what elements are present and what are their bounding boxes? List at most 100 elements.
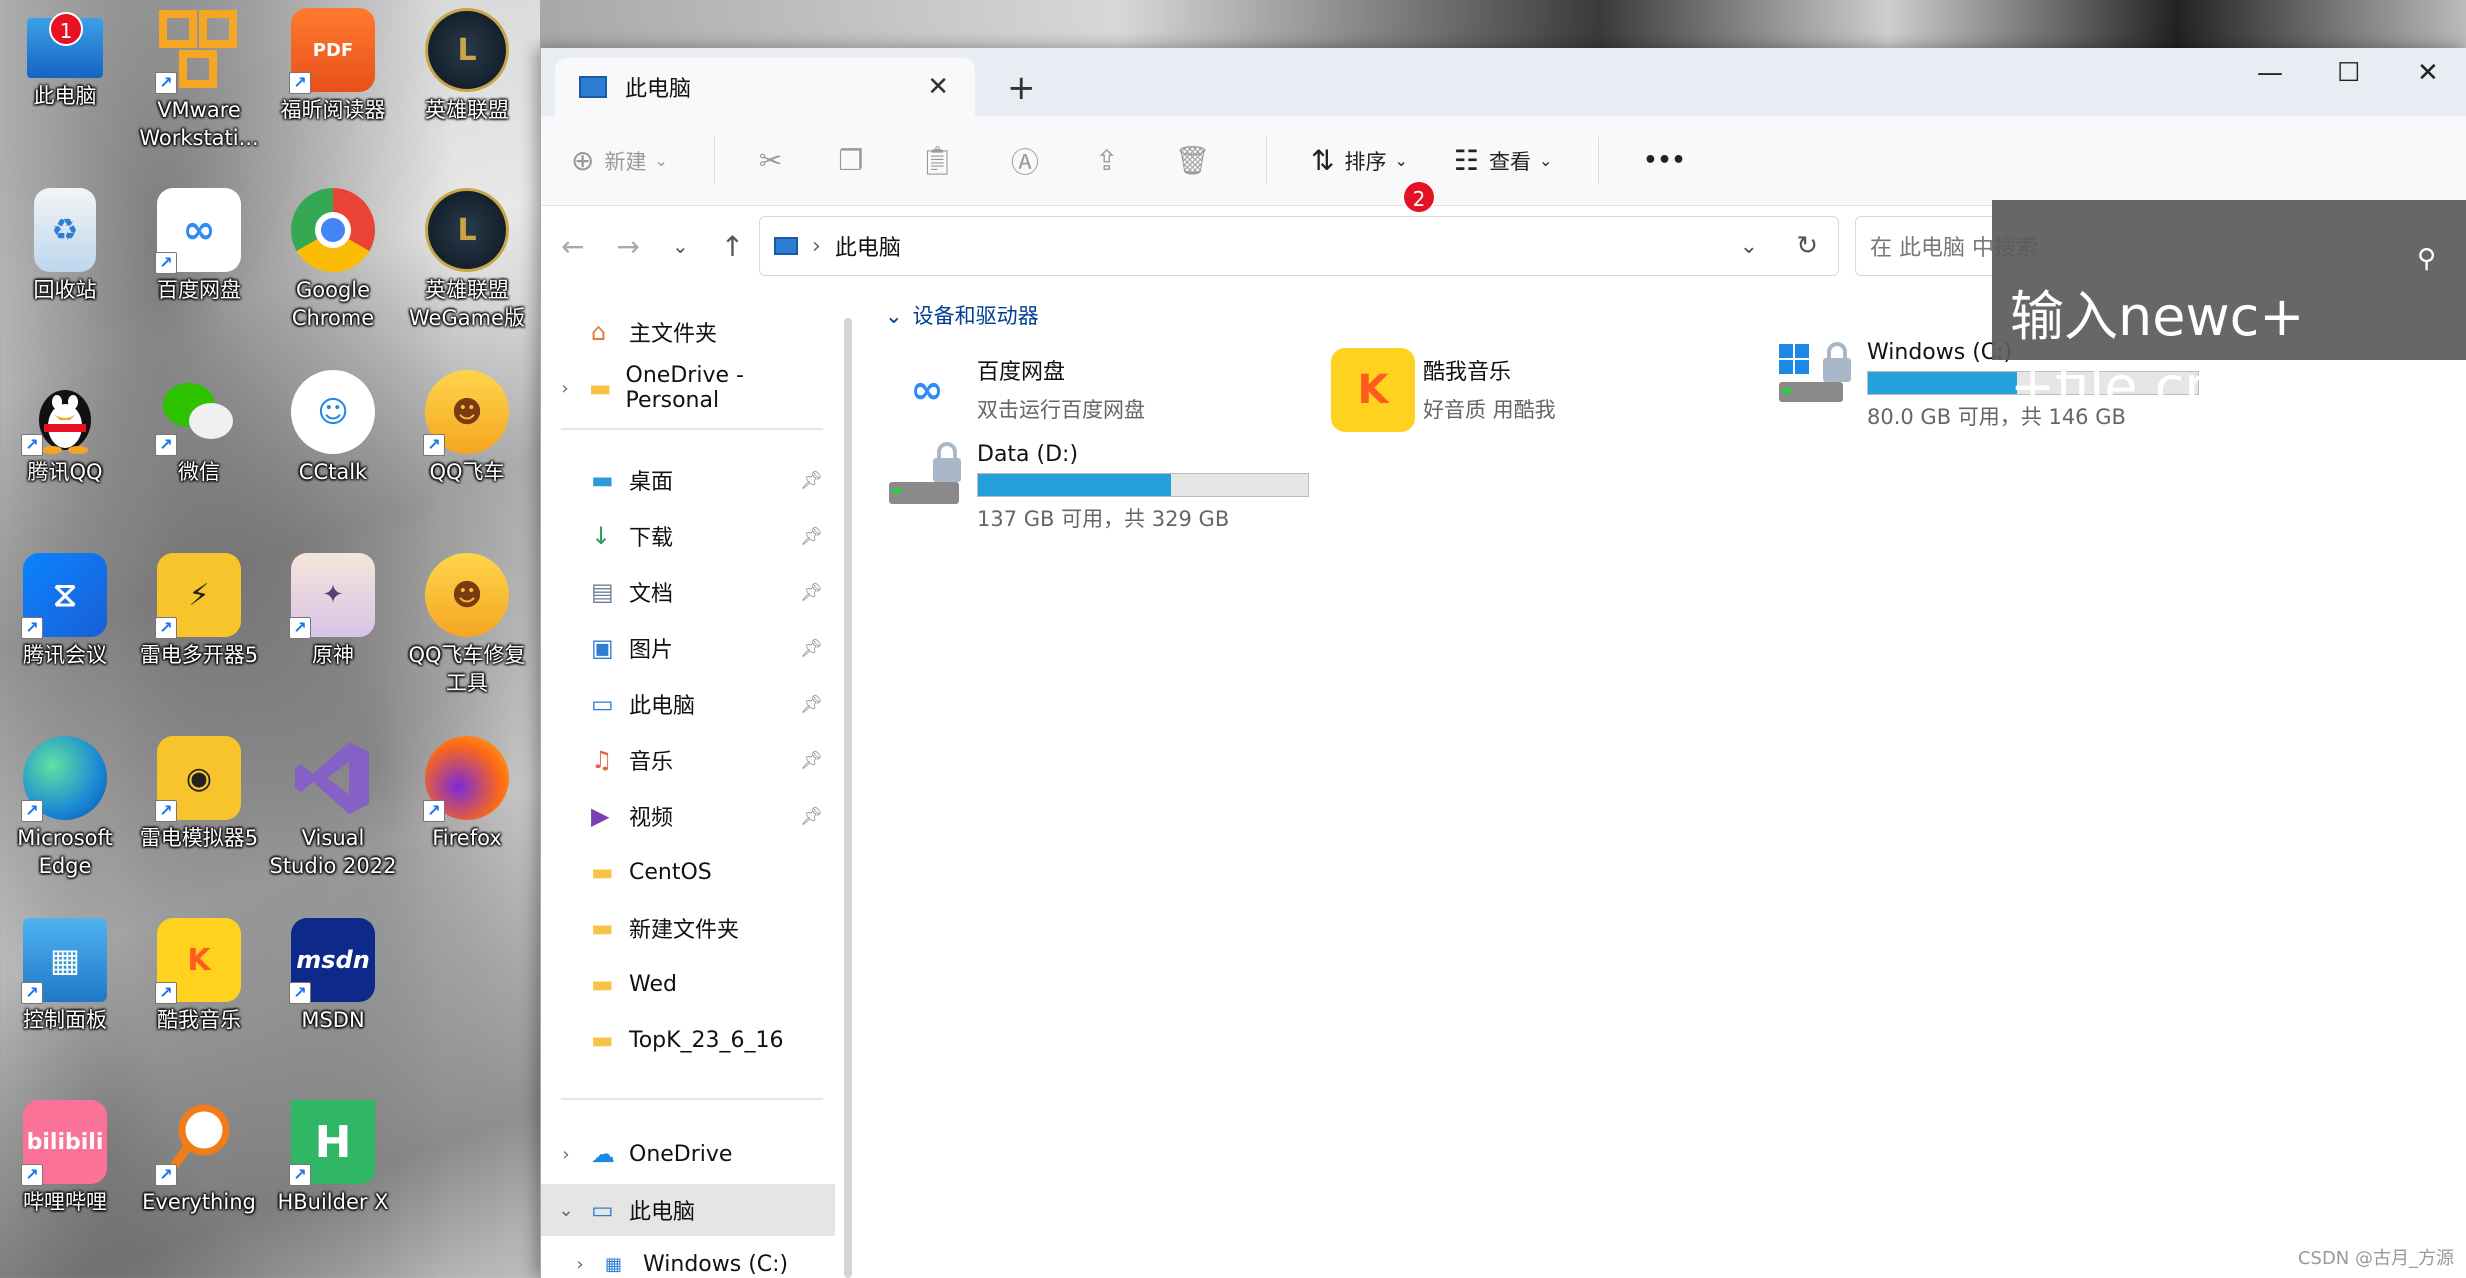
minimize-button[interactable]: —: [2257, 58, 2283, 88]
more-icon: •••: [1643, 148, 1686, 173]
desktop-icon-lol-wegame[interactable]: L 英雄联盟 WeGame版: [402, 180, 532, 350]
view-label: 查看: [1489, 149, 1532, 174]
desktop-icon-ldmultiplayer[interactable]: ⚡ ↗ 雷电多开器5: [134, 545, 264, 715]
address-field[interactable]: › 此电脑 ⌄ ↻: [759, 216, 1839, 276]
drive-usage-fill: [1868, 372, 2018, 394]
desktop-icon-tencent-meeting[interactable]: ⧖ ↗ 腾讯会议: [0, 545, 130, 715]
new-tab-button[interactable]: +: [1007, 68, 1036, 108]
sidebar-scrollbar[interactable]: [844, 318, 852, 1278]
chevron-down-icon[interactable]: ⌄: [1740, 234, 1758, 259]
desktop-icon-label: 控制面板: [23, 1008, 107, 1032]
chevron-right-icon[interactable]: ›: [555, 1254, 605, 1275]
sidebar-item-wed[interactable]: ▬ Wed: [541, 958, 835, 1010]
desktop-icon-recycle-bin[interactable]: ♻ 回收站: [0, 180, 130, 350]
sidebar-item-this-pc-pinned[interactable]: ▭ 此电脑 📌︎: [541, 678, 835, 730]
content-pane: ⌄ 设备和驱动器 ∞ 百度网盘 双击运行百度网盘 K 酷我音乐 好音质 用酷我 W…: [861, 286, 2466, 1278]
desktop-icon-ldplayer[interactable]: ◉ ↗ 雷电模拟器5: [134, 728, 264, 898]
desktop-icon-msdn[interactable]: msdn ↗ MSDN: [268, 910, 398, 1080]
desktop-icon-label: CCtalk: [298, 460, 368, 484]
sidebar-item-desktop[interactable]: ▬ 桌面 📌︎: [541, 454, 835, 506]
item-data-d[interactable]: Data (D:) 137 GB 可用，共 329 GB: [885, 436, 1309, 533]
desktop-icon-label: 腾讯QQ: [27, 460, 103, 484]
drive-usage-bar: [977, 473, 1309, 497]
maximize-button[interactable]: ☐: [2337, 58, 2360, 88]
desktop-icon-cctalk[interactable]: ☺ CCtalk: [268, 362, 398, 532]
sidebar-item-new-folder[interactable]: ▬ 新建文件夹: [541, 902, 835, 954]
sort-icon: ⇅: [1311, 144, 1335, 177]
refresh-button[interactable]: ↻: [1796, 231, 1818, 261]
rename-button[interactable]: Ⓐ: [1011, 141, 1049, 181]
drive-icon: ▦: [605, 1253, 623, 1275]
title-bar: 此电脑 ✕ + — ☐ ✕: [541, 48, 2466, 116]
sidebar-item-centos[interactable]: ▬ CentOS: [541, 846, 835, 898]
desktop-icon-everything[interactable]: ↗ Everything: [134, 1092, 264, 1262]
step-badge-2: 2: [1402, 180, 1436, 214]
desktop-icon-lol[interactable]: L 英雄联盟: [402, 0, 532, 170]
view-button[interactable]: ☷ 查看 ⌄: [1454, 144, 1553, 177]
desktop-icon-baidu-netdisk[interactable]: ∞ ↗ 百度网盘: [134, 180, 264, 350]
sidebar-item-documents[interactable]: ▤ 文档 📌︎: [541, 566, 835, 618]
sidebar-item-home[interactable]: ⌂ 主文件夹: [541, 306, 835, 358]
tab-this-pc[interactable]: 此电脑 ✕: [555, 58, 975, 116]
desktop-icon-hbuilder[interactable]: H ↗ HBuilder X: [268, 1092, 398, 1262]
desktop-icon-label: Microsoft Edge: [17, 826, 113, 878]
delete-button[interactable]: 🗑︎: [1174, 144, 1220, 177]
bilibili-icon: bilibili ↗: [21, 1100, 107, 1186]
close-window-button[interactable]: ✕: [2417, 58, 2439, 88]
desktop-icon-qq[interactable]: ↗ 腾讯QQ: [0, 362, 130, 532]
desktop-icon-this-pc[interactable]: 1 此电脑: [0, 0, 130, 170]
tencent-meeting-icon: ⧖ ↗: [21, 553, 107, 639]
chevron-right-icon[interactable]: ›: [541, 1144, 591, 1165]
desktop-icon-label: 英雄联盟 WeGame版: [409, 278, 525, 330]
forward-button[interactable]: →: [616, 230, 639, 263]
desktop-icon-bilibili[interactable]: bilibili ↗ 哔哩哔哩: [0, 1092, 130, 1262]
group-header-devices[interactable]: ⌄ 设备和驱动器: [885, 300, 1039, 330]
firefox-icon: ↗: [423, 736, 509, 822]
sidebar-item-topk[interactable]: ▬ TopK_23_6_16: [541, 1014, 835, 1066]
desktop-icon-label: MSDN: [301, 1008, 365, 1032]
chevron-down-icon[interactable]: ⌄: [541, 1200, 591, 1221]
sidebar-item-music[interactable]: ♫ 音乐 📌︎: [541, 734, 835, 786]
desktop-icon-qq-speed[interactable]: ☻ ↗ QQ飞车: [402, 362, 532, 532]
sidebar-item-onedrive[interactable]: › ☁ OneDrive: [541, 1128, 835, 1180]
desktop-icon-vmware[interactable]: ↗ VMware Workstati...: [134, 0, 264, 170]
desktop-icon-chrome[interactable]: Google Chrome: [268, 180, 398, 350]
sidebar-item-downloads[interactable]: ↓ 下载 📌︎: [541, 510, 835, 562]
more-options-button[interactable]: •••: [1643, 148, 1685, 173]
copy-button[interactable]: ❐: [838, 144, 873, 177]
chevron-right-icon[interactable]: ›: [541, 378, 589, 399]
view-list-icon: ☷: [1453, 144, 1480, 177]
sidebar-item-windows-c[interactable]: › ▦ Windows (C:): [541, 1238, 835, 1278]
desktop-icon-qq-speed-repair[interactable]: ☻ QQ飞车修复 工具: [402, 545, 532, 715]
desktop-icon-firefox[interactable]: ↗ Firefox: [402, 728, 532, 898]
folder-icon: ▬: [591, 970, 614, 998]
sort-button[interactable]: ⇅ 排序 ⌄: [1311, 144, 1408, 177]
sidebar-item-onedrive-personal[interactable]: › ▬ OneDrive - Personal: [541, 362, 835, 414]
desktop-icon-foxit[interactable]: PDF ↗ 福昕阅读器: [268, 0, 398, 170]
paste-button[interactable]: 📋︎: [919, 144, 965, 177]
pin-icon: 📌︎: [800, 637, 823, 659]
sidebar-item-label: TopK_23_6_16: [629, 1027, 784, 1053]
desktop-icon-wechat[interactable]: ↗ 微信: [134, 362, 264, 532]
desktop-icon-control-panel[interactable]: ▦ ↗ 控制面板: [0, 910, 130, 1080]
close-tab-icon[interactable]: ✕: [927, 72, 949, 102]
desktop-icon-kuwo[interactable]: K ↗ 酷我音乐: [134, 910, 264, 1080]
shortcut-arrow-icon: ↗: [155, 982, 177, 1004]
item-kuwo-music[interactable]: K 酷我音乐 好音质 用酷我: [1331, 348, 1556, 432]
item-title: Data (D:): [977, 442, 1079, 467]
toolbar-separator: [1266, 136, 1268, 185]
recent-locations-button[interactable]: ⌄: [672, 234, 689, 258]
sidebar-item-this-pc[interactable]: ⌄ ▭ 此电脑: [541, 1184, 835, 1236]
shortcut-arrow-icon: ↗: [155, 434, 177, 456]
back-button[interactable]: ←: [561, 230, 584, 263]
desktop-icon-edge[interactable]: ↗ Microsoft Edge: [0, 728, 130, 898]
sidebar-item-videos[interactable]: ▶ 视频 📌︎: [541, 790, 835, 842]
new-button[interactable]: ⊕ 新建 ⌄: [571, 144, 668, 177]
share-button[interactable]: ⇪: [1095, 144, 1128, 177]
desktop-icon-genshin[interactable]: ✦ ↗ 原神: [268, 545, 398, 715]
up-button[interactable]: ↑: [721, 230, 744, 263]
item-baidu-netdisk[interactable]: ∞ 百度网盘 双击运行百度网盘: [885, 348, 1145, 432]
cut-button[interactable]: ✂: [759, 144, 792, 177]
sidebar-item-pictures[interactable]: ▣ 图片 📌︎: [541, 622, 835, 674]
desktop-icon-visual-studio[interactable]: Visual Studio 2022: [268, 728, 398, 898]
